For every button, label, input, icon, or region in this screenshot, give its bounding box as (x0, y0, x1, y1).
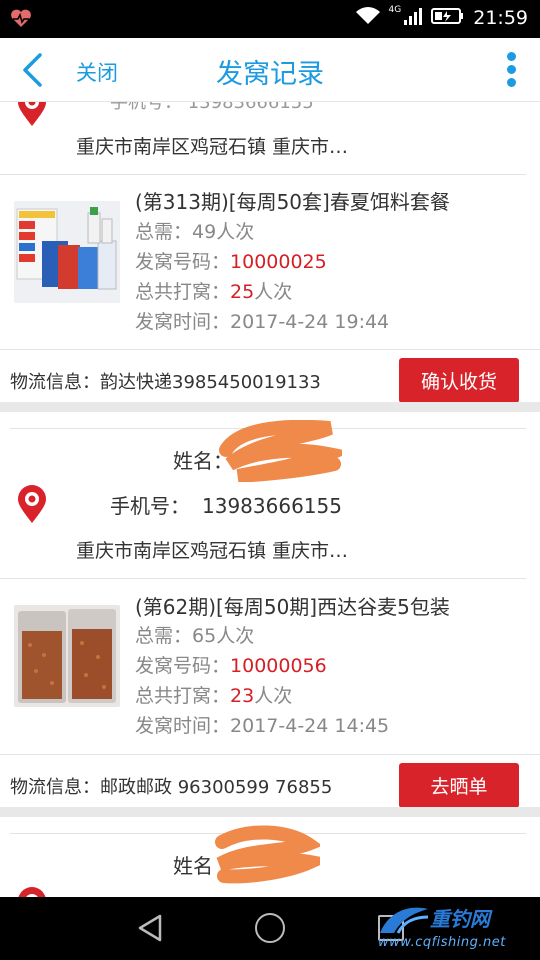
signal-icon (403, 6, 423, 30)
delivery-time: 发窝时间：2017-4-24 19:44 (135, 307, 389, 334)
location-pin-icon (15, 887, 49, 897)
time-label: 发窝时间： (135, 311, 231, 333)
total-times: 总共打窝：23人次 (135, 681, 292, 708)
times-label: 总共打窝： (135, 281, 231, 303)
time-value: 2017-4-24 19:44 (230, 311, 390, 333)
wifi-icon (355, 6, 381, 30)
delivery-code: 发窝号码：10000056 (135, 651, 327, 678)
logistics-label: 物流信息： (10, 777, 100, 798)
delivery-record-list[interactable]: 手机号： 13983666155 重庆市南岸区鸡冠石镇 重庆市… (第313期)… (0, 102, 540, 897)
nav-home-icon[interactable] (255, 913, 285, 943)
delivery-code: 发窝号码：10000025 (135, 247, 327, 274)
times-value: 23 (230, 685, 255, 707)
system-navigation-bar: 重钓网 www.cqfishing.net (0, 897, 540, 960)
nav-back-icon[interactable] (136, 913, 164, 947)
watermark-name: 重钓网 (430, 907, 490, 931)
site-watermark: 重钓网 www.cqfishing.net (374, 901, 534, 957)
phone-line-cut: 手机号： 13983666155 (110, 102, 314, 113)
product-title[interactable]: (第62期)[每周50期]西达谷麦5包装 (135, 591, 450, 620)
phone-label: 手机号： (110, 494, 190, 518)
delivery-time: 发窝时间：2017-4-24 14:45 (135, 711, 389, 738)
more-options-icon[interactable] (504, 52, 518, 90)
logistics-value: 邮政邮政 96300599 76855 (100, 777, 333, 798)
address-text: 重庆市南岸区鸡冠石镇 重庆市… (76, 136, 349, 158)
times-unit: 人次 (254, 281, 293, 303)
divider (0, 754, 540, 755)
total-needed: 总需：65人次 (135, 621, 254, 648)
total-times: 总共打窝：25人次 (135, 277, 292, 304)
times-label: 总共打窝： (135, 685, 231, 707)
battery-charging-icon (431, 6, 465, 30)
code-value: 10000025 (230, 251, 327, 273)
divider (0, 578, 526, 579)
recipient-name-label: 姓名 (173, 854, 213, 878)
code-value: 10000056 (230, 655, 327, 677)
card-gap (0, 402, 540, 412)
total-value: 65人次 (192, 625, 255, 647)
redaction-scribble (219, 420, 342, 482)
address-text: 重庆市南岸区鸡冠石镇 重庆市… (76, 540, 349, 562)
times-unit: 人次 (254, 685, 293, 707)
share-order-button[interactable]: 去晒单 (399, 763, 519, 808)
network-type: 4G (388, 5, 402, 15)
code-label: 发窝号码： (135, 251, 231, 273)
heart-rate-icon (10, 9, 32, 33)
watermark-url: www.cqfishing.net (378, 935, 506, 950)
time-label: 发窝时间： (135, 715, 231, 737)
location-pin-icon (15, 485, 49, 525)
page-title: 发窝记录 (216, 59, 324, 90)
logistics-info: 物流信息：邮政邮政 96300599 76855 (10, 773, 332, 799)
total-value: 49人次 (192, 221, 255, 243)
code-label: 发窝号码： (135, 655, 231, 677)
logistics-info: 物流信息：韵达快递3985450019133 (10, 368, 321, 394)
divider (0, 174, 526, 175)
phone-value: 13983666155 (202, 494, 342, 518)
product-thumbnail[interactable] (14, 201, 120, 303)
product-thumbnail[interactable] (14, 605, 120, 707)
total-label: 总需： (135, 221, 193, 243)
app-header: 关闭 发窝记录 (0, 38, 540, 102)
total-needed: 总需：49人次 (135, 217, 254, 244)
time-value: 2017-4-24 14:45 (230, 715, 390, 737)
total-label: 总需： (135, 625, 193, 647)
location-pin-icon (15, 102, 49, 128)
logistics-value: 韵达快递3985450019133 (100, 372, 321, 393)
product-title[interactable]: (第313期)[每周50套]春夏饵料套餐 (135, 186, 450, 215)
card-gap (0, 807, 540, 817)
status-bar: 4G 21:59 (0, 0, 540, 38)
logistics-label: 物流信息： (10, 372, 100, 393)
confirm-receipt-button[interactable]: 确认收货 (399, 358, 519, 403)
times-value: 25 (230, 281, 255, 303)
clock: 21:59 (473, 7, 528, 29)
watermark-logo-icon (380, 907, 429, 934)
phone-row: 手机号： 13983666155 (110, 490, 342, 519)
redaction-scribble (215, 825, 320, 884)
divider (0, 349, 540, 350)
